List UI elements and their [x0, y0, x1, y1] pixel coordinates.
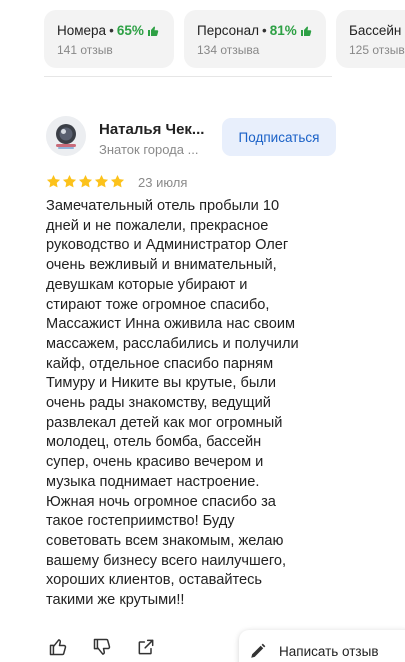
card-label: Персонал	[197, 23, 259, 38]
thumbs-up-icon	[147, 26, 159, 36]
review-text: Замечательный отель пробыли 10 дней и не…	[46, 198, 299, 609]
share-icon[interactable]	[136, 637, 156, 657]
star-icon	[94, 174, 109, 188]
card-percent: 65%	[116, 23, 144, 38]
rating-card-pool[interactable]: Бассейн 125 отзыв	[336, 10, 405, 68]
write-review-button[interactable]: Написать отзыв	[239, 630, 405, 662]
review-date: 23 июля	[138, 175, 188, 190]
subscribe-button[interactable]: Подписаться	[222, 118, 336, 156]
thumbs-down-icon[interactable]	[92, 637, 112, 657]
star-icon	[62, 174, 77, 188]
rating-cards: Номера • 65% 141 отзыв Персонал • 81% 13…	[44, 10, 405, 68]
avatar-image	[46, 116, 86, 156]
star-icon	[78, 174, 93, 188]
rating-stars	[46, 174, 125, 189]
card-label: Бассейн	[349, 23, 402, 38]
card-review-count: 141 отзыв	[57, 43, 113, 57]
section-divider	[44, 76, 332, 77]
card-review-count: 125 отзыв	[349, 43, 405, 57]
avatar[interactable]	[46, 116, 86, 156]
card-label: Номера	[57, 23, 107, 38]
rating-card-staff[interactable]: Персонал • 81% 134 отзыва	[184, 10, 326, 68]
card-review-count: 134 отзыва	[197, 43, 260, 57]
star-icon	[46, 174, 61, 188]
author-status: Знаток города ...	[99, 142, 199, 157]
card-percent: 81%	[269, 23, 297, 38]
review-actions	[48, 637, 156, 657]
thumbs-up-icon[interactable]	[48, 637, 68, 657]
thumbs-up-icon	[300, 26, 311, 36]
author-name[interactable]: Наталья Чек...	[99, 121, 204, 138]
star-icon	[110, 174, 125, 188]
rating-card-rooms[interactable]: Номера • 65% 141 отзыв	[44, 10, 174, 68]
write-review-label: Написать отзыв	[279, 643, 379, 659]
pencil-icon	[251, 643, 266, 658]
